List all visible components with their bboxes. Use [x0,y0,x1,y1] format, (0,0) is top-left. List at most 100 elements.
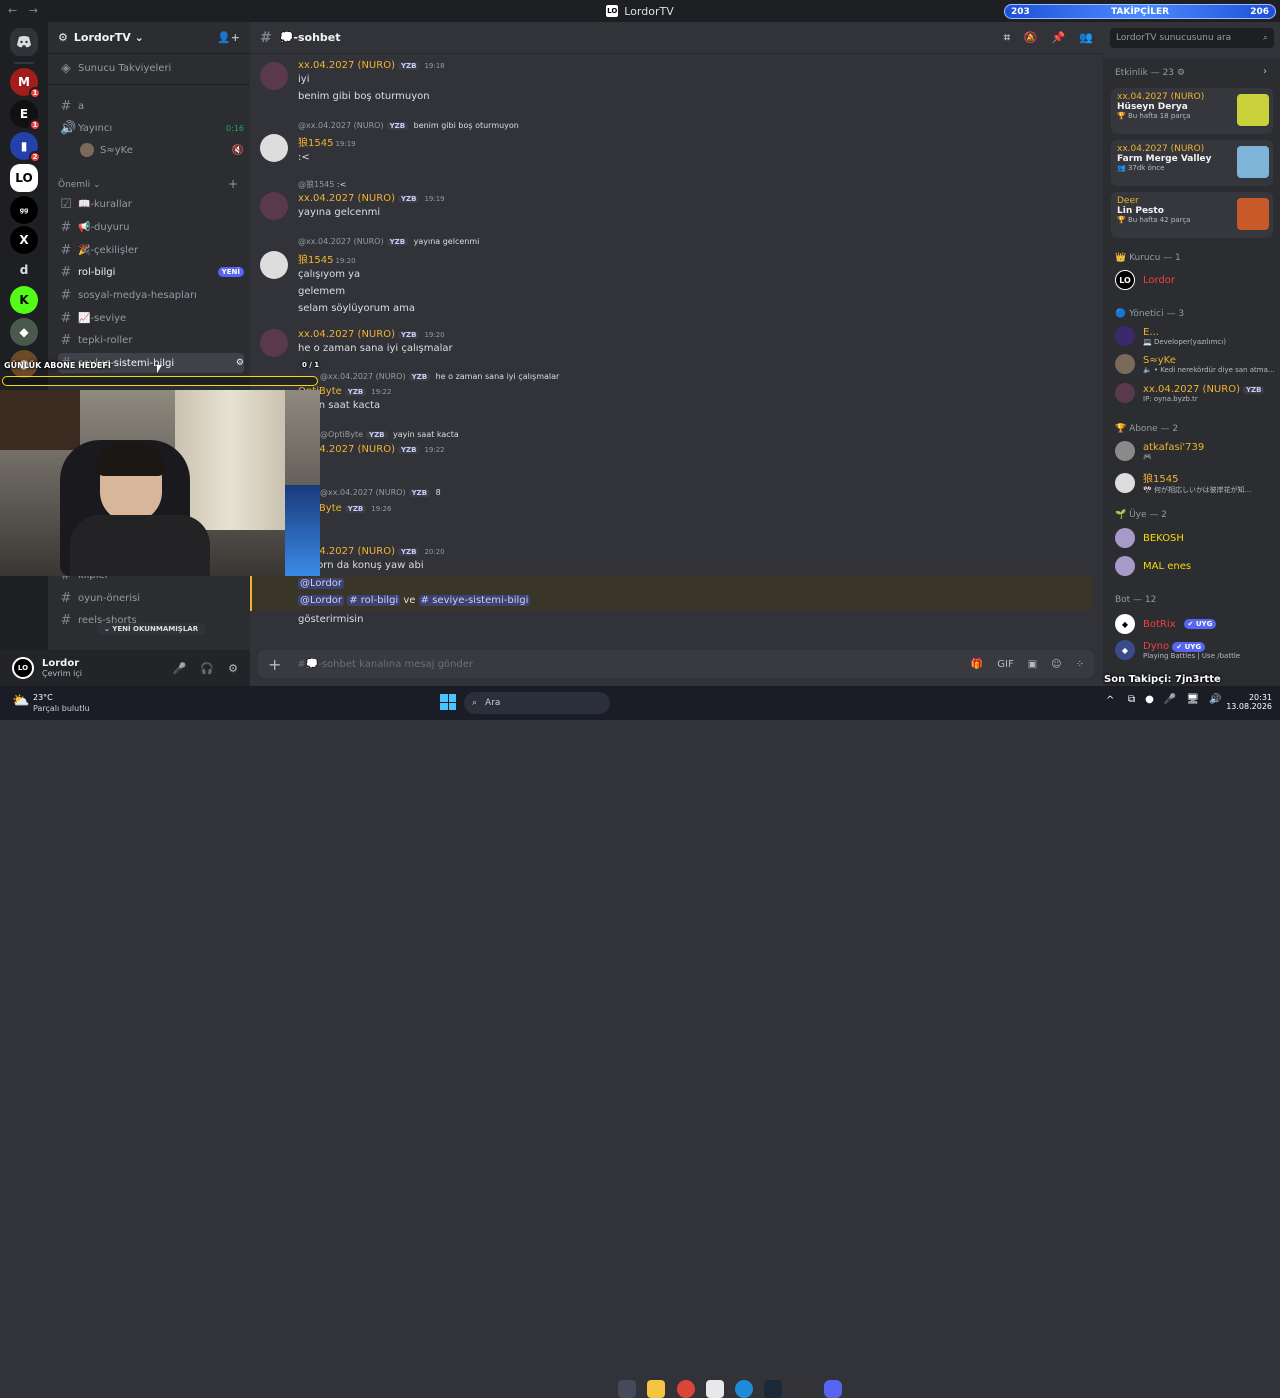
voice-user[interactable]: S≈yKe 🔇 [78,140,244,160]
volume-icon[interactable]: 🔊 [1209,694,1221,705]
member-item[interactable]: 狼1545 🎌 何が相応しいかは彼岸花が知... [1115,470,1275,495]
message-author[interactable]: 狼1545 [298,255,333,266]
category-onemli[interactable]: Önemli ⌄ [58,180,101,190]
unread-pill[interactable]: ⌄ YENİ OKUNMAMIŞLAR [96,623,207,635]
apps-icon[interactable]: ⁘ [1076,659,1084,670]
mic-tray-icon[interactable]: 🎤 [1164,694,1176,705]
tray-app-icon[interactable]: ● [1145,694,1154,705]
voice-channel-yayinci[interactable]: 🔊 Yayıncı 0:16 [58,118,244,138]
reply-preview[interactable]: @xx.04.2027 (NURO) YZB he o zaman sana iy… [320,372,559,381]
chrome-icon[interactable] [677,1380,695,1398]
member-item[interactable]: S≈yKe 🔈 • Kedi nerekördür diye san atma..… [1115,354,1275,374]
pin-icon[interactable]: 📌 [1052,31,1066,45]
avatar[interactable] [260,251,288,279]
tray-app-icon[interactable]: ⧉ [1128,694,1135,705]
server-icon-1[interactable]: M1 [10,68,41,99]
server-icon-2[interactable]: E1 [10,100,41,131]
network-icon[interactable]: 🖥 [1186,694,1199,705]
headphones-icon[interactable]: 🎧 [200,662,214,675]
message-author[interactable]: xx.04.2027 (NURO) [298,60,395,71]
reply-preview[interactable]: @xx.04.2027 (NURO) YZB yayına gelcenmi [298,237,479,246]
server-search[interactable]: LordorTV sunucusunu ara ⌕ [1110,28,1274,48]
user-avatar[interactable]: LO [12,657,34,679]
task-view-icon[interactable] [618,1380,636,1398]
windows-start-icon[interactable] [440,694,456,710]
user-mention[interactable]: @Lordor [298,578,345,589]
add-channel-icon[interactable]: + [228,177,238,191]
mic-icon[interactable]: 🎤 [173,662,187,675]
server-icon-3[interactable]: ▮ 2 [10,132,41,163]
member-item[interactable]: xx.04.2027 (NURO) YZB IP: oyna.byzb.tr [1115,383,1275,403]
settings-icon[interactable]: ⚙ [236,358,244,368]
reply-preview[interactable]: @狼1545 :< [298,179,346,190]
discord-home-icon[interactable] [10,28,38,56]
user-mention[interactable]: @Lordor [298,595,345,606]
channel-a[interactable]: # a [58,96,244,116]
server-icon-d[interactable]: d [10,256,38,284]
channel-cekilisler[interactable]: # 🎉-çekilişler [58,240,244,260]
message-author[interactable]: 狼1545 [298,138,333,149]
channel-oyun-onerisi[interactable]: # oyun-önerisi [58,588,244,608]
channel-kurallar[interactable]: ☑ 📖-kurallar [58,194,244,214]
activity-image [1237,94,1269,126]
message-text: benim gibi boş oturmuyon [298,91,430,102]
taskbar-search[interactable]: ⌕ Ara [464,692,610,714]
sticker-icon[interactable]: ▣ [1028,659,1037,670]
server-icon-5[interactable]: gg [10,196,38,224]
avatar[interactable] [260,329,288,357]
avatar[interactable] [260,192,288,220]
tray-chevron-icon[interactable]: ^ [1106,695,1114,706]
emoji-icon[interactable]: ☺ [1051,659,1061,670]
channel-sosyal[interactable]: # sosyal-medya-hesapları [58,285,244,305]
reply-preview[interactable]: @OptiByte YZB yayin saat kacta [320,430,459,439]
activity-card[interactable]: xx.04.2027 (NURO) Farm Merge Valley 👥 37… [1111,140,1273,186]
chevron-right-icon[interactable]: › [1263,66,1267,77]
reply-preview[interactable]: @xx.04.2027 (NURO) YZB 8 [320,488,441,497]
server-boosts[interactable]: ◈ Sunucu Takviyeleri [58,58,244,78]
activity-card[interactable]: xx.04.2027 (NURO) Hüseyn Derya 🏆 Bu haft… [1111,88,1273,134]
store-icon[interactable] [706,1380,724,1398]
channel-mention[interactable]: # seviye-sistemi-bilgi [418,595,531,606]
channel-mention[interactable]: # rol-bilgi [347,595,401,606]
member-item[interactable]: BEKOSH [1115,528,1275,548]
guild-header[interactable]: ⚙ LordorTV ⌄ 👤+ [48,22,250,54]
clock[interactable]: 20:31 13.08.2026 [1222,693,1272,711]
gear-icon[interactable]: ⚙ [228,662,238,675]
gift-icon[interactable]: 🎁 [971,659,983,670]
member-item[interactable]: ◆ Dyno ✔ UYG Playing Battles | Use /battle [1115,640,1275,660]
server-icon-9[interactable]: ◆ [10,318,38,346]
server-icon-kick[interactable]: K [10,286,38,314]
avatar[interactable] [260,134,288,162]
steam-icon[interactable] [764,1380,782,1398]
weather-temp: 23°C [33,693,53,702]
rank-tag: YZB [397,62,420,70]
app-icon[interactable] [794,1380,812,1398]
message-author[interactable]: xx.04.2027 (NURO) [298,329,395,340]
activity-card[interactable]: Deer Lin Pesto 🏆 Bu hafta 42 parça [1111,192,1273,238]
message-author[interactable]: xx.04.2027 (NURO) [298,193,395,204]
server-icon-x[interactable]: X [10,226,38,254]
server-icon-lordortv[interactable]: LO [10,164,38,192]
channel-duyuru[interactable]: # 📢-duyuru [58,217,244,237]
member-item[interactable]: atkafasi'739 🎮 [1115,441,1275,461]
members-icon[interactable]: 👥 [1079,31,1093,45]
history-nav[interactable]: ← → [8,4,42,17]
message-composer[interactable]: + #💭-sohbet kanalına mesaj gönder 🎁 GIF … [258,650,1094,678]
avatar[interactable] [260,62,288,90]
threads-icon[interactable]: ⌗ [1004,31,1010,45]
channel-rol-bilgi[interactable]: # rol-bilgi YENİ [58,262,244,282]
reply-preview[interactable]: @xx.04.2027 (NURO) YZB benim gibi boş otu… [298,121,519,130]
invite-icon[interactable]: 👤+ [217,31,240,44]
edge-icon[interactable] [735,1380,753,1398]
member-item[interactable]: E... 💻 Developer(yazılımcı) [1115,326,1275,346]
add-attachment-icon[interactable]: + [268,655,281,674]
member-item[interactable]: ◆ BotRix ✔ UYG [1115,614,1275,634]
gif-icon[interactable]: GIF [997,659,1013,670]
channel-seviye[interactable]: # 📈-seviye [58,308,244,328]
member-item[interactable]: LO Lordor [1115,270,1275,290]
file-explorer-icon[interactable] [647,1380,665,1398]
mute-icon[interactable]: 🔕 [1024,31,1038,45]
discord-taskbar-icon[interactable] [824,1380,842,1398]
member-item[interactable]: MAL enes [1115,556,1275,576]
channel-tepki-roller[interactable]: # tepki-roller [58,330,244,350]
